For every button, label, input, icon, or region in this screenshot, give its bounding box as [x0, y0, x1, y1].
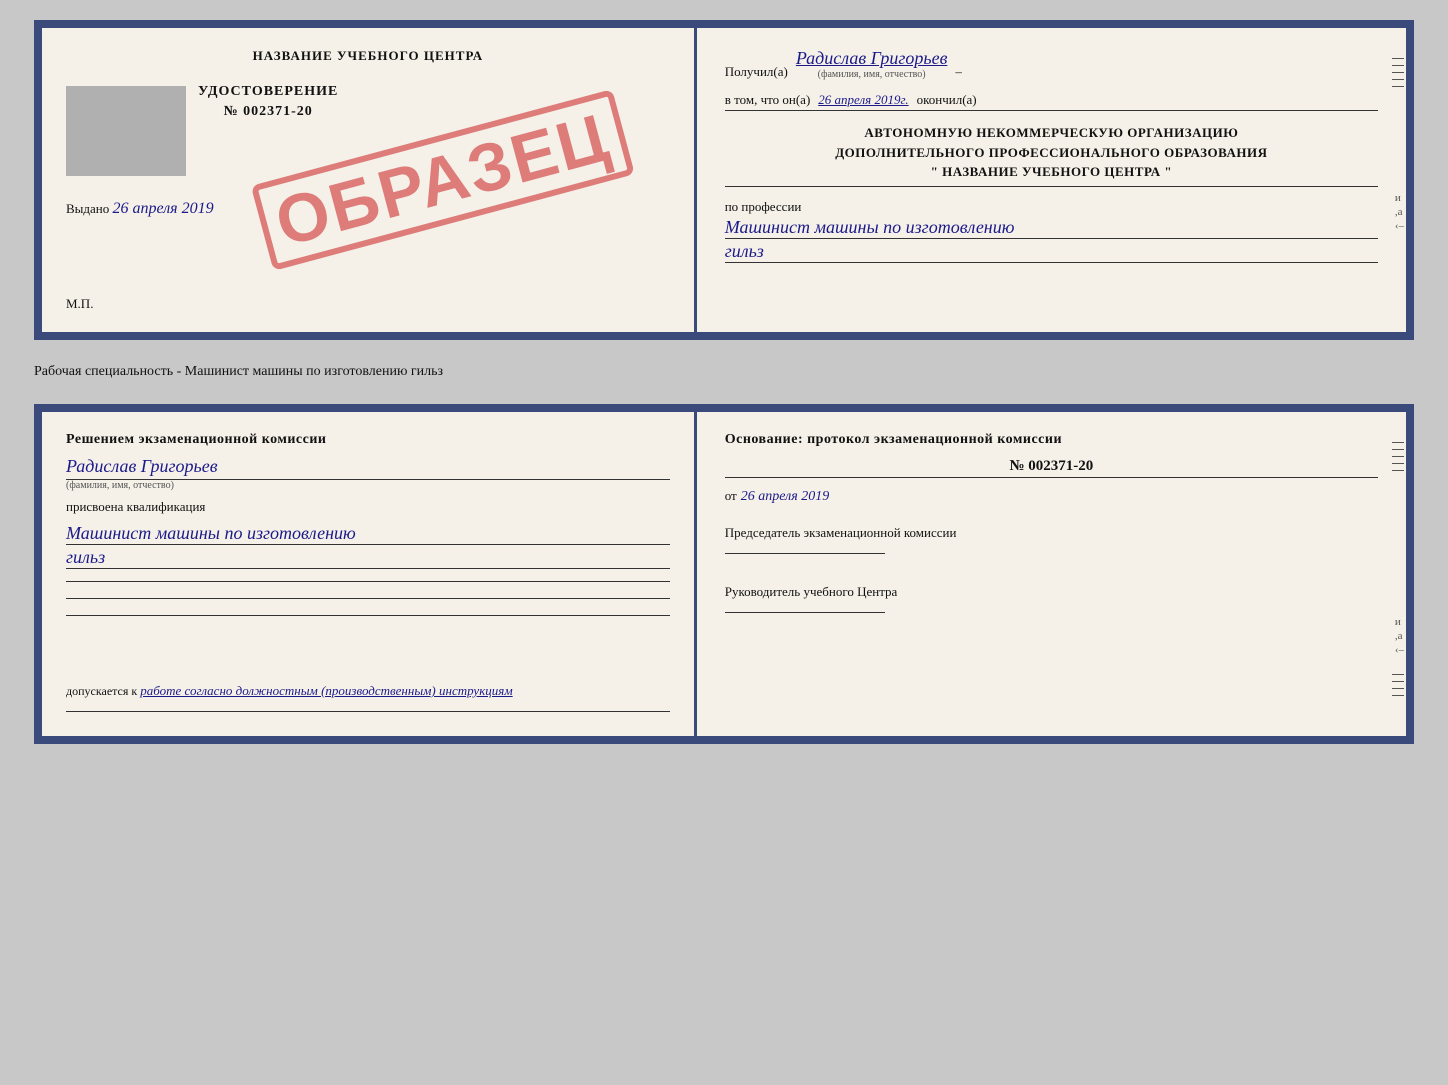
- bottom-right-dashes: [1392, 442, 1406, 471]
- side-letter-k: ‹–: [1395, 220, 1404, 232]
- top-document: НАЗВАНИЕ УЧЕБНОГО ЦЕНТРА УДОСТОВЕРЕНИЕ №…: [34, 20, 1414, 340]
- side-letter-i: и: [1395, 192, 1404, 204]
- bottom-line-1: [66, 581, 670, 582]
- profession-block: по профессии Машинист машины по изготовл…: [725, 199, 1378, 263]
- deco-dash-3: [1392, 72, 1404, 73]
- allowed-block: допускается к работе согласно должностны…: [66, 683, 670, 699]
- qual-value2: гильз: [66, 547, 670, 569]
- qual-value: Машинист машины по изготовлению: [66, 523, 670, 545]
- issued-label: Выдано: [66, 201, 109, 216]
- deco-dash-4: [1392, 79, 1404, 80]
- name-sublabel-top: (фамилия, имя, отчество): [796, 69, 948, 80]
- b-side-letter-i: и: [1395, 616, 1404, 628]
- cert-number: № 002371-20: [198, 104, 338, 120]
- org-line2: ДОПОЛНИТЕЛЬНОГО ПРОФЕССИОНАЛЬНОГО ОБРАЗО…: [725, 143, 1378, 163]
- bottom-line-2: [66, 598, 670, 599]
- b-deco-dash-9: [1392, 695, 1404, 696]
- profession-value: Машинист машины по изготовлению: [725, 217, 1378, 239]
- bottom-right-header: Основание: протокол экзаменационной коми…: [725, 432, 1378, 448]
- bottom-right-dashes2: [1392, 674, 1406, 696]
- org-line1: АВТОНОМНУЮ НЕКОММЕРЧЕСКУЮ ОРГАНИЗАЦИЮ: [725, 123, 1378, 143]
- b-deco-dash-2: [1392, 449, 1404, 450]
- b-deco-dash-1: [1392, 442, 1404, 443]
- b-side-letter-a: ,а: [1395, 630, 1404, 642]
- assigned-label: присвоена квалификация: [66, 499, 670, 515]
- deco-dash-1: [1392, 58, 1404, 59]
- specialty-label: Рабочая специальность - Машинист машины …: [34, 358, 1414, 386]
- received-row: Получил(а) Радислав Григорьев (фамилия, …: [725, 48, 1378, 80]
- top-right-panel: Получил(а) Радислав Григорьев (фамилия, …: [697, 28, 1406, 332]
- cert-issued: Выдано 26 апреля 2019: [66, 200, 670, 218]
- issued-date: 26 апреля 2019: [113, 200, 214, 217]
- bottom-name-value: Радислав Григорьев: [66, 456, 670, 480]
- cert-gray-photo: [66, 86, 186, 176]
- chairman-sign-line: [725, 553, 885, 554]
- mp-label: М.П.: [66, 286, 670, 312]
- bottom-line-3: [66, 615, 670, 616]
- b-deco-dash-6: [1392, 674, 1404, 675]
- bottom-number: № 002371-20: [725, 458, 1378, 478]
- deco-dash-5: [1392, 86, 1404, 87]
- allowed-label: допускается к: [66, 684, 137, 698]
- received-name: Радислав Григорьев: [796, 48, 948, 69]
- side-letter-a: ,а: [1395, 206, 1404, 218]
- b-deco-dash-8: [1392, 688, 1404, 689]
- chairman-block: Председатель экзаменационной комиссии: [725, 525, 1378, 558]
- b-deco-dash-4: [1392, 463, 1404, 464]
- right-side-dashes: [1392, 58, 1406, 87]
- profession-label: по профессии: [725, 199, 1378, 215]
- b-deco-dash-7: [1392, 681, 1404, 682]
- in-that-row: в том, что он(а) 26 апреля 2019г. окончи…: [725, 92, 1378, 111]
- deco-dash-2: [1392, 65, 1404, 66]
- bottom-left-panel: Решением экзаменационной комиссии Радисл…: [42, 412, 697, 736]
- page-wrapper: НАЗВАНИЕ УЧЕБНОГО ЦЕНТРА УДОСТОВЕРЕНИЕ №…: [20, 20, 1428, 744]
- bottom-line-allowed: [66, 711, 670, 712]
- chairman-label: Председатель экзаменационной комиссии: [725, 525, 1378, 541]
- org-name: " НАЗВАНИЕ УЧЕБНОГО ЦЕНТРА ": [725, 162, 1378, 182]
- bottom-right-panel: Основание: протокол экзаменационной коми…: [697, 412, 1406, 736]
- allowed-value: работе согласно должностным (производств…: [140, 683, 512, 698]
- b-deco-dash-5: [1392, 470, 1404, 471]
- cert-label: УДОСТОВЕРЕНИЕ: [198, 84, 338, 100]
- bottom-left-header: Решением экзаменационной комиссии: [66, 432, 670, 448]
- received-label: Получил(а): [725, 64, 788, 80]
- finished-label: окончил(а): [917, 92, 977, 108]
- b-side-letter-k: ‹–: [1395, 644, 1404, 656]
- side-letters-top: и ,а ‹–: [1395, 192, 1404, 232]
- top-left-panel: НАЗВАНИЕ УЧЕБНОГО ЦЕНТРА УДОСТОВЕРЕНИЕ №…: [42, 28, 697, 332]
- in-that-label: в том, что он(а): [725, 92, 811, 108]
- bottom-date-row: от 26 апреля 2019: [725, 488, 1378, 505]
- bottom-name-sublabel: (фамилия, имя, отчество): [66, 480, 670, 491]
- bottom-name-block: Радислав Григорьев (фамилия, имя, отчест…: [66, 456, 670, 491]
- top-left-title: НАЗВАНИЕ УЧЕБНОГО ЦЕНТРА: [66, 48, 670, 64]
- bottom-document: Решением экзаменационной комиссии Радисл…: [34, 404, 1414, 744]
- in-that-date: 26 апреля 2019г.: [818, 92, 908, 108]
- director-label: Руководитель учебного Центра: [725, 584, 1378, 600]
- org-block: АВТОНОМНУЮ НЕКОММЕРЧЕСКУЮ ОРГАНИЗАЦИЮ ДО…: [725, 123, 1378, 187]
- profession-value2: гильз: [725, 241, 1378, 263]
- director-block: Руководитель учебного Центра: [725, 584, 1378, 617]
- date-value: 26 апреля 2019: [741, 489, 829, 505]
- director-sign-line: [725, 612, 885, 613]
- qual-block: Машинист машины по изготовлению гильз: [66, 523, 670, 569]
- date-prefix: от: [725, 488, 737, 504]
- b-deco-dash-3: [1392, 456, 1404, 457]
- bottom-side-letters: и ,а ‹–: [1395, 616, 1404, 656]
